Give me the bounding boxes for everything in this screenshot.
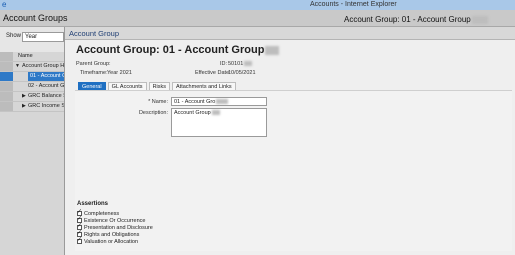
description-label: Description:	[138, 110, 168, 116]
redacted-text	[244, 61, 253, 67]
tree-row[interactable]: 02 - Account Gro	[0, 82, 64, 92]
expand-triangle-icon[interactable]: ▶	[22, 92, 26, 101]
tree-header-row: Name	[0, 52, 64, 62]
show-label: Show	[6, 33, 22, 39]
redacted-text	[216, 99, 229, 105]
assertion-checkbox-presentation[interactable]: Presentation and Disclosure	[77, 223, 153, 232]
dialog-header: Account Group	[65, 27, 515, 40]
assertions-heading: Assertions	[77, 201, 109, 207]
description-field[interactable]: Account Group	[171, 108, 267, 137]
name-label: * Name:	[148, 99, 168, 105]
account-group-dialog: Account Group Account Group: 01 - Accoun…	[64, 27, 515, 255]
browser-window-title: Accounts - Internet Explorer	[310, 1, 397, 8]
name-field[interactable]: 01 - Account Gro	[171, 97, 267, 106]
app-header-title: Account Groups	[3, 13, 68, 23]
app-header: Account Groups Account Group: 01 - Accou…	[0, 10, 515, 27]
page-title: Account Group: 01 - Account Group	[76, 44, 280, 56]
id-value: 50101	[228, 61, 253, 67]
tree-column-name: Name	[18, 53, 33, 59]
effective-date-label: Effective Date:	[195, 70, 231, 76]
account-groups-panel: Show Year Name ▼ Account Group Hi 01 - A…	[0, 27, 64, 255]
id-label: ID:	[220, 61, 228, 67]
redacted-text	[265, 45, 280, 55]
browser-titlebar: e Accounts - Internet Explorer	[0, 0, 515, 10]
show-select[interactable]: Year	[22, 32, 64, 42]
tree-row-selected[interactable]: 01 - Account Gr	[0, 72, 64, 82]
assertion-checkbox-completeness[interactable]: Completeness	[77, 209, 119, 218]
internet-explorer-icon: e	[2, 0, 7, 9]
app-header-record-title: Account Group: 01 - Account Group	[344, 15, 488, 24]
expand-triangle-icon[interactable]: ▶	[22, 102, 26, 111]
collapse-triangle-icon[interactable]: ▼	[15, 62, 20, 71]
assertion-checkbox-rights[interactable]: Rights and Obligations	[77, 230, 139, 239]
assertion-checkbox-valuation[interactable]: Valuation or Allocation	[77, 237, 138, 246]
tree-row[interactable]: ▶ GRC Balance S	[0, 92, 64, 102]
timeframe-label: Timeframe:	[80, 70, 108, 76]
assertion-checkbox-existence[interactable]: Existence Or Occurrence	[77, 216, 145, 225]
checkbox-checked-icon[interactable]	[77, 237, 82, 245]
dialog-header-title: Account Group	[69, 29, 120, 38]
tree-row[interactable]: ▶ GRC Income St	[0, 102, 64, 112]
redacted-text	[471, 15, 488, 24]
redacted-text	[211, 110, 220, 116]
show-filter: Show Year	[0, 30, 64, 44]
general-tab-panel: * Name: 01 - Account Gro Description: Ac…	[75, 90, 512, 251]
dialog-body: Account Group: 01 - Account Group Parent…	[65, 40, 515, 255]
effective-date-value: 10/05/2021	[228, 70, 256, 76]
parent-group-label: Parent Group:	[76, 61, 111, 67]
timeframe-value: Year 2021	[107, 70, 132, 76]
tree-row[interactable]: ▼ Account Group Hi	[0, 62, 64, 72]
account-group-tree: Name ▼ Account Group Hi 01 - Account Gr …	[0, 52, 64, 255]
